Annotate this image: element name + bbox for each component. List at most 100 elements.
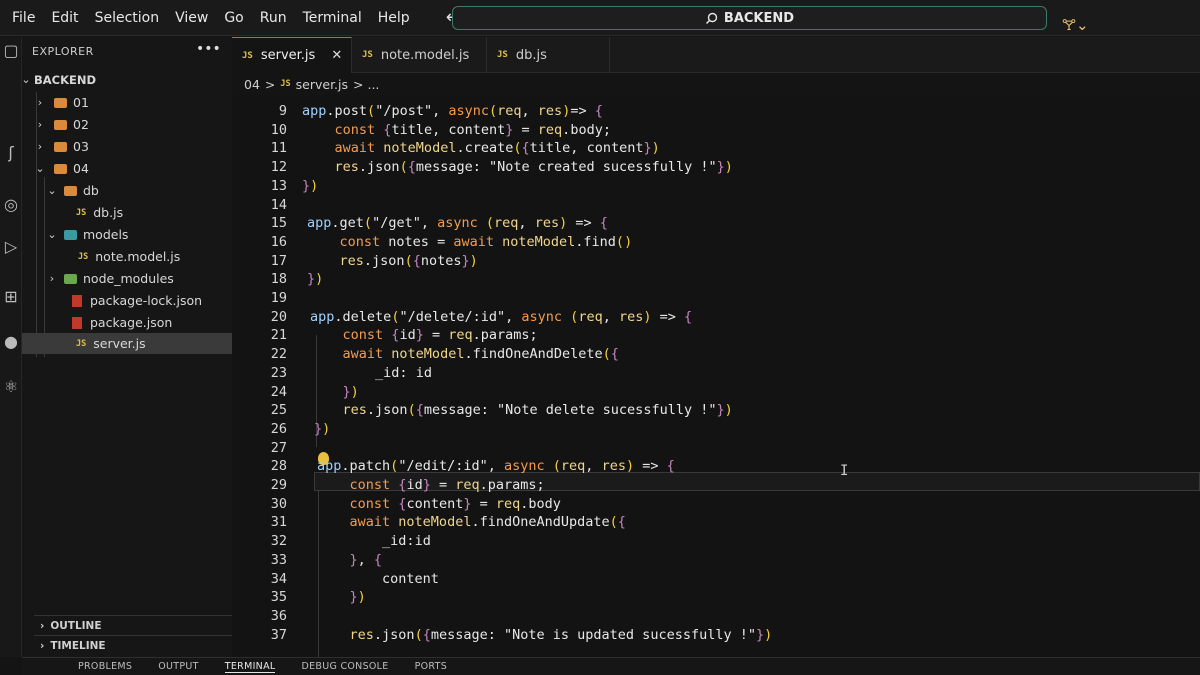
tree-item-label: package.json (90, 315, 173, 330)
menu-bar: File Edit Selection View Go Run Terminal… (4, 10, 418, 26)
tree-item-package-json[interactable]: package.json (22, 312, 242, 333)
vscode-window: File Edit Selection View Go Run Terminal… (0, 0, 1200, 675)
tree-item-label: models (83, 227, 129, 242)
chevron-down-icon: ⌄ (21, 73, 31, 86)
code-line: const notes = await noteModel.find() (339, 233, 633, 250)
folder-icon (54, 141, 67, 152)
chevron-right-icon: › (37, 118, 43, 131)
panel-tab-ports[interactable]: PORTS (415, 661, 447, 672)
menu-help[interactable]: Help (370, 10, 418, 26)
code-line: }) (302, 177, 319, 194)
tree-item-03[interactable]: › 03 (22, 136, 242, 157)
line-number: 12 (270, 159, 287, 176)
menu-edit[interactable]: Edit (43, 10, 86, 26)
chevron-down-icon: ⌄ (35, 162, 45, 175)
chevron-right-icon: › (40, 619, 45, 632)
npm-icon (72, 316, 82, 329)
menu-file[interactable]: File (4, 10, 43, 26)
line-number: 34 (270, 570, 287, 587)
close-icon[interactable]: ✕ (331, 48, 342, 63)
copilot-icon[interactable]: 🝖⌄ (1062, 8, 1089, 39)
extensions-icon[interactable]: ⊞ (0, 287, 22, 311)
tree-item-02[interactable]: › 02 (22, 114, 242, 135)
panel-tab-output[interactable]: OUTPUT (158, 661, 199, 672)
line-number: 11 (270, 140, 287, 157)
github-icon[interactable]: ● (0, 332, 22, 356)
line-number: 13 (270, 177, 287, 194)
more-actions-icon[interactable]: ••• (196, 41, 221, 57)
panel-tab-debug-console[interactable]: DEBUG CONSOLE (301, 661, 388, 672)
js-file-icon: JS (280, 79, 291, 89)
line-number: 28 (270, 458, 287, 475)
tab-db-js[interactable]: JS db.js (487, 37, 610, 73)
search-icon (705, 12, 718, 24)
folder-icon (54, 97, 67, 108)
js-file-icon: JS (76, 207, 87, 218)
code-line: _id:id (382, 533, 431, 550)
breadcrumb-file[interactable]: server.js (296, 77, 348, 92)
line-number: 18 (270, 271, 287, 288)
run-icon[interactable]: ▷ (0, 237, 22, 261)
chevron-right-icon: › (40, 639, 45, 652)
line-number: 16 (270, 233, 287, 250)
line-number: 9 (278, 103, 287, 119)
tree-item-label: db.js (93, 205, 124, 220)
code-line: app.get("/get", async (req, res) => { (307, 215, 608, 232)
debug-icon[interactable]: ◎ (0, 195, 22, 219)
text-cursor-icon: I (840, 463, 849, 479)
panel-tab-terminal[interactable]: TERMINAL (224, 661, 276, 673)
line-number: 26 (270, 420, 287, 437)
tree-item-server-js[interactable]: JS server.js (22, 333, 242, 354)
folder-icon (54, 119, 67, 130)
code-line: const {title, content} = req.body; (334, 121, 611, 138)
command-center-search[interactable]: BACKEND (452, 6, 1047, 30)
tree-item-04[interactable]: ⌄ 04 (22, 158, 242, 179)
line-number: 24 (270, 383, 287, 400)
react-icon[interactable]: ⚛ (0, 377, 22, 401)
breadcrumb-folder[interactable]: 04 (244, 77, 260, 92)
chevron-right-icon: › (37, 96, 43, 109)
line-number: 23 (270, 364, 287, 381)
files-icon[interactable]: ▢ (0, 41, 22, 65)
breadcrumb-separator: > (264, 76, 276, 92)
code-line: }) (307, 271, 324, 288)
menu-run[interactable]: Run (252, 10, 295, 26)
tree-item-models[interactable]: ⌄ models (22, 224, 242, 245)
line-number: 30 (270, 495, 287, 512)
tab-server-js[interactable]: JS server.js ✕ (232, 37, 352, 73)
menu-go[interactable]: Go (216, 10, 251, 26)
tree-item-db[interactable]: ⌄ db (22, 180, 242, 201)
code-line: app.patch("/edit/:id", async (req, res) … (317, 458, 675, 475)
explorer-root[interactable]: ⌄ BACKEND (21, 69, 242, 90)
menu-selection[interactable]: Selection (87, 10, 168, 26)
tree-item-label: 03 (73, 139, 89, 154)
activity-bar: ▢ ʃ ◎ ▷ ⊞ ● ⚛ (0, 37, 22, 657)
timeline-section[interactable]: › TIMELINE (34, 635, 242, 655)
tree-item-db-js[interactable]: JS db.js (22, 202, 242, 223)
code-line: }) (314, 420, 331, 437)
tree-item-note-model-js[interactable]: JS note.model.js (22, 246, 242, 267)
tree-item-package-lock-json[interactable]: package-lock.json (22, 290, 242, 311)
tab-note-model-js[interactable]: JS note.model.js (352, 37, 487, 73)
js-file-icon: JS (242, 50, 253, 61)
search-label: BACKEND (723, 10, 795, 26)
source-control-icon[interactable]: ʃ (0, 143, 22, 167)
outline-section[interactable]: › OUTLINE (34, 615, 242, 635)
line-number: 10 (270, 121, 287, 138)
bottom-panel-tabs: PROBLEMS OUTPUT TERMINAL DEBUG CONSOLE P… (22, 657, 1200, 675)
menu-view[interactable]: View (167, 10, 216, 26)
chevron-down-icon: ⌄ (47, 228, 57, 241)
tree-item-node-modules[interactable]: › node_modules (22, 268, 242, 289)
js-file-icon: JS (78, 251, 89, 262)
menu-terminal[interactable]: Terminal (295, 10, 370, 26)
panel-tab-problems[interactable]: PROBLEMS (78, 661, 132, 672)
code-editor[interactable]: I 9 10 11 12 13 14 15 16 17 18 19 20 21 22 23 24 25 26 27 2… (232, 95, 1200, 657)
line-number: 19 (270, 290, 287, 306)
line-number: 37 (270, 626, 287, 643)
code-line: await noteModel.findOneAndUpdate({ (349, 514, 626, 531)
line-number: 33 (270, 551, 287, 568)
tree-item-01[interactable]: › 01 (22, 92, 242, 113)
line-number: 27 (270, 439, 287, 456)
breadcrumb-symbol[interactable]: > ... (353, 77, 379, 92)
explorer-sidebar: EXPLORER ••• ⌄ BACKEND › 01 › 02 › 03 ⌄ … (21, 37, 242, 657)
